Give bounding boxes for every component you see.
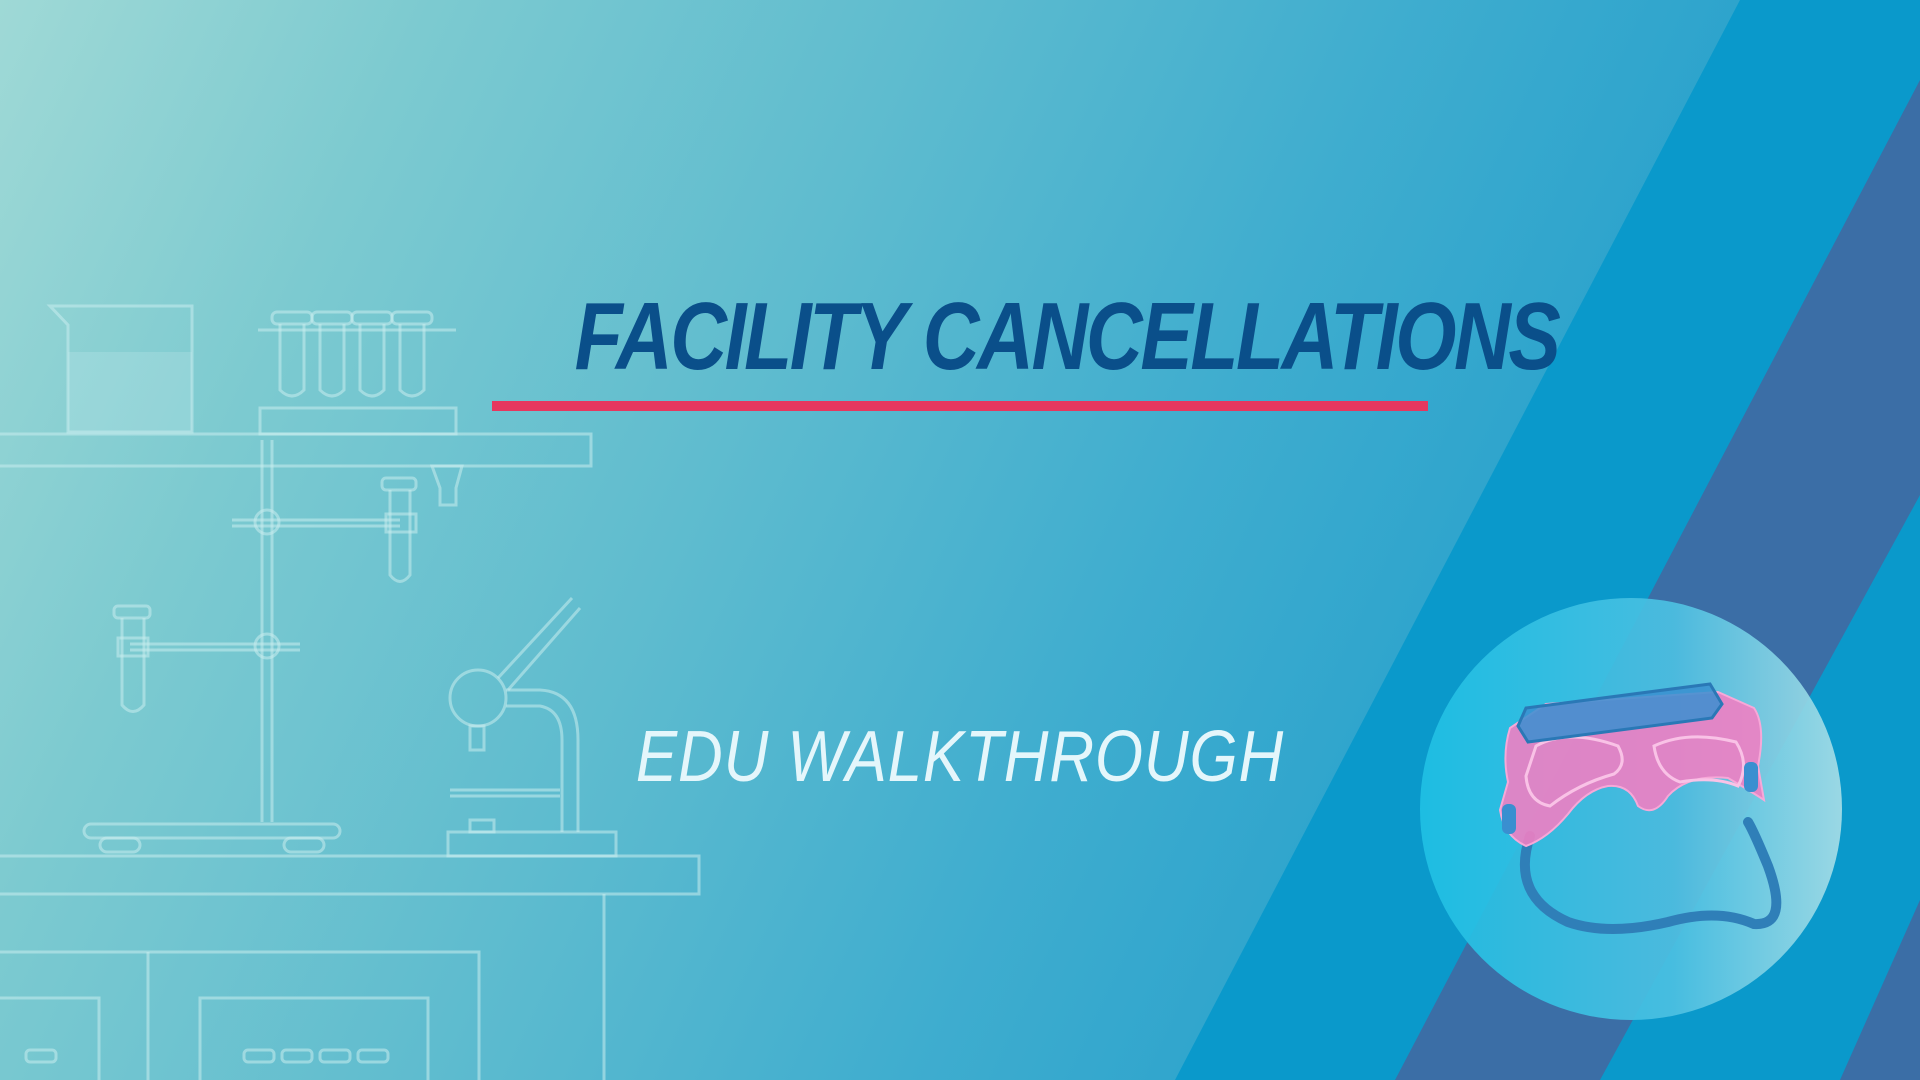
lab-equipment-illustration [0, 304, 701, 1080]
title-slide: FACILITY CANCELLATIONS EDU WALKTHROUGH [0, 0, 1920, 1080]
title-underline [492, 401, 1428, 411]
safety-goggles-icon [1420, 598, 1842, 1020]
badge-circle [1420, 598, 1842, 1020]
slide-subtitle: EDU WALKTHROUGH [635, 717, 1285, 797]
title-block: FACILITY CANCELLATIONS [490, 282, 1561, 412]
slide-title: FACILITY CANCELLATIONS [574, 283, 1561, 390]
